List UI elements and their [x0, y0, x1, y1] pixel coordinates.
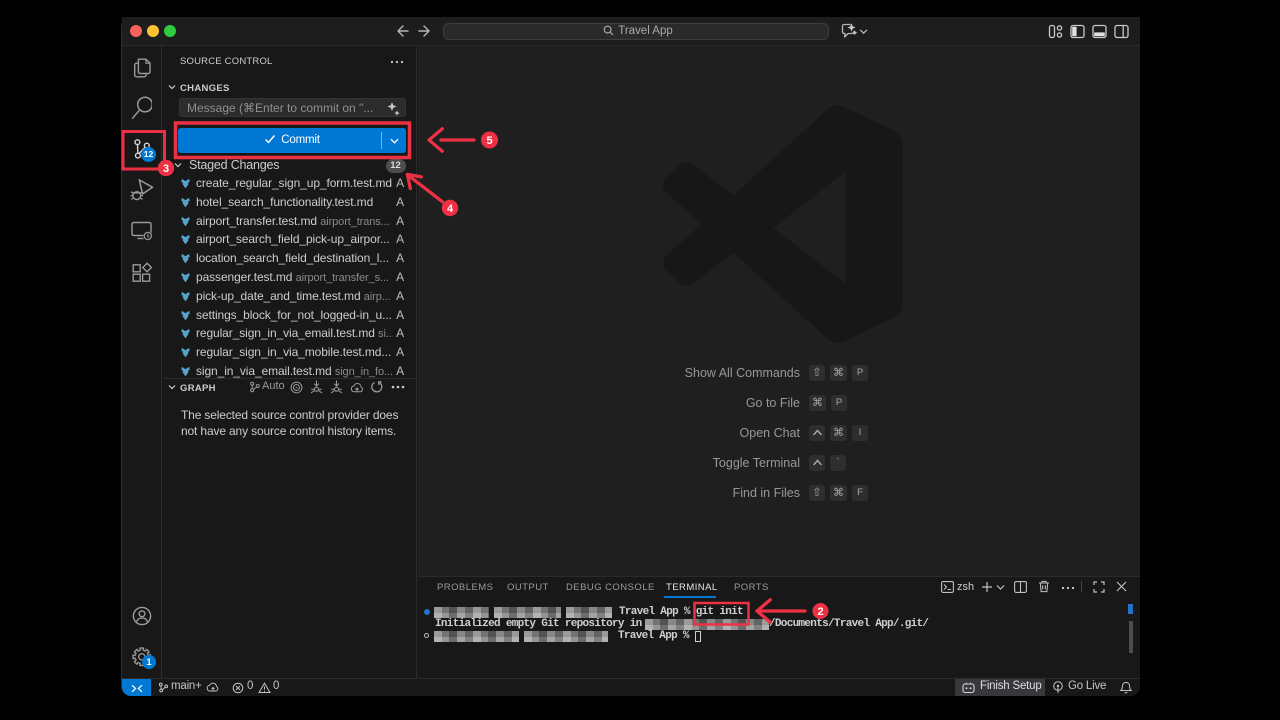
- svg-text:5: 5: [486, 135, 492, 147]
- svg-text:4: 4: [447, 203, 454, 215]
- svg-text:3: 3: [163, 163, 169, 175]
- svg-text:2: 2: [817, 606, 823, 618]
